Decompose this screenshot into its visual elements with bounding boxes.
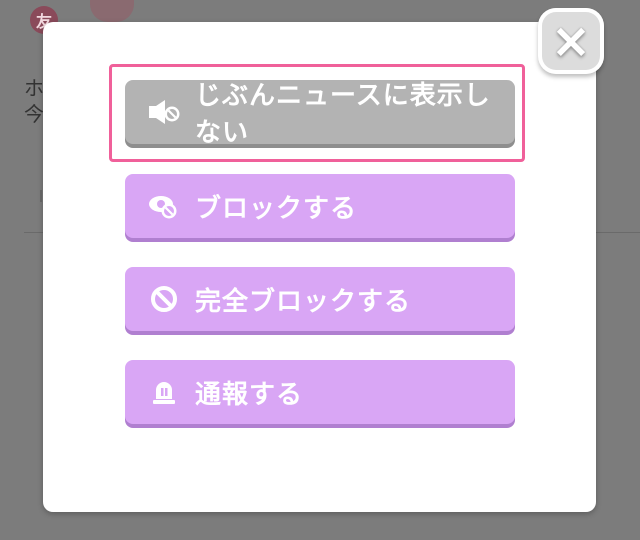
avatar [90, 0, 134, 22]
close-button[interactable]: × [538, 8, 604, 74]
hide-from-my-news-button[interactable]: じぶんニュースに表示しない [125, 80, 515, 148]
mute-speaker-icon [147, 95, 181, 129]
block-label: ブロックする [195, 193, 358, 224]
close-icon: × [550, 13, 592, 69]
post-text-line-1: ホ [24, 76, 44, 100]
prohibited-icon [147, 282, 181, 316]
hide-from-my-news-label: じぶんニュースに表示しない [195, 81, 491, 148]
alert-siren-icon [147, 375, 181, 409]
report-button[interactable]: 通報する [125, 360, 515, 424]
block-button[interactable]: ブロックする [125, 174, 515, 238]
full-block-button[interactable]: 完全ブロックする [125, 267, 515, 331]
post-text-line-2: 今 [24, 102, 44, 126]
block-eye-icon [147, 189, 181, 223]
report-label: 通報する [195, 379, 304, 410]
full-block-label: 完全ブロックする [195, 286, 412, 317]
divider-tick [40, 190, 42, 202]
